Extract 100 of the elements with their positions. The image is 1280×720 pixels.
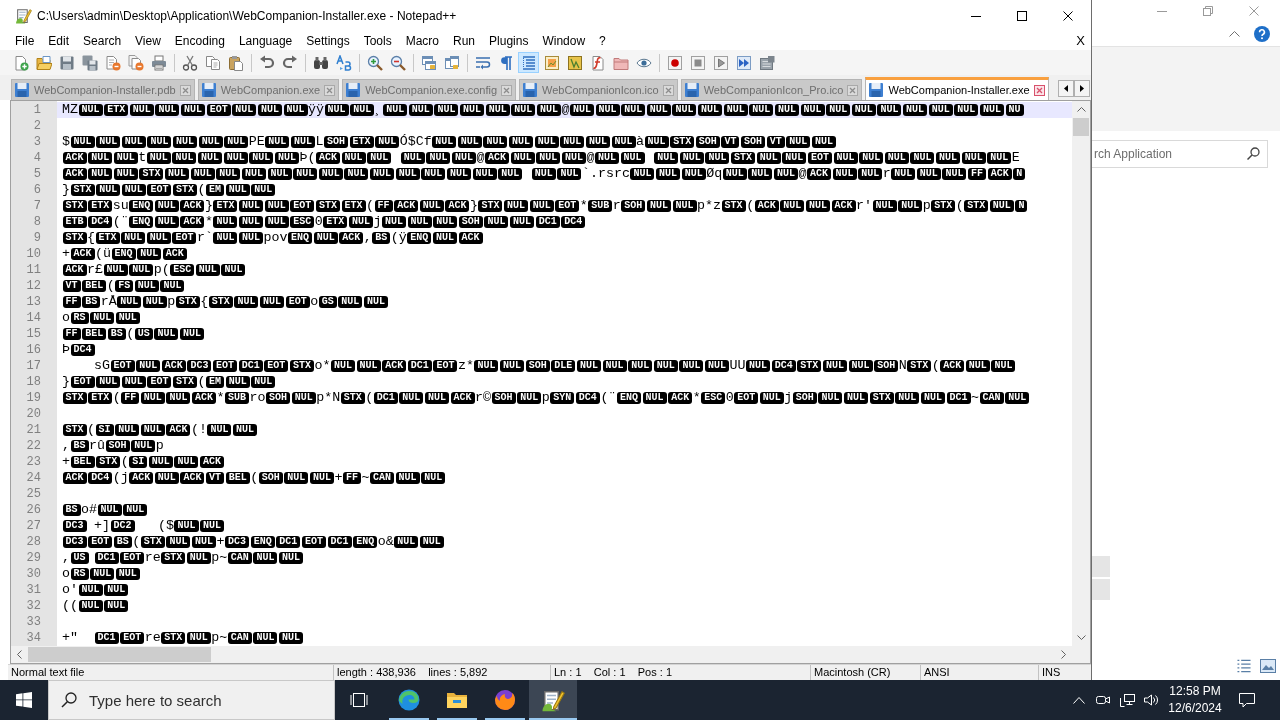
- line-number: 1: [33, 102, 41, 118]
- volume-icon[interactable]: [1143, 692, 1159, 708]
- maximize-icon: [1017, 10, 1027, 21]
- line-number: 21: [26, 422, 41, 438]
- scrollbar-thumb[interactable]: [1073, 118, 1089, 136]
- menu-item[interactable]: Edit: [41, 32, 77, 49]
- menu-item[interactable]: Plugins: [482, 32, 536, 49]
- search-icon: [61, 692, 77, 708]
- close-document-button[interactable]: X: [1076, 33, 1085, 48]
- network-icon[interactable]: [1119, 692, 1135, 708]
- zoom-in-icon: [366, 54, 383, 71]
- side-by-side-windows-icon: [443, 54, 460, 71]
- status-bar-text: Macintosh (CR): [814, 666, 891, 678]
- close-icon: [1249, 6, 1259, 16]
- details-view-icon[interactable]: [1236, 659, 1252, 673]
- text-editor[interactable]: [10, 100, 1091, 664]
- line-number: 20: [26, 406, 41, 422]
- stacked-windows-icon: [420, 54, 437, 71]
- close-icon[interactable]: [662, 84, 674, 96]
- menu-item[interactable]: View: [128, 32, 168, 49]
- task-view-icon: [350, 692, 368, 708]
- fast-forward-icon: [735, 54, 752, 71]
- selection-highlight: [1092, 556, 1110, 577]
- horizontal-scrollbar[interactable]: [11, 646, 1090, 663]
- menu-item[interactable]: Settings: [299, 32, 357, 49]
- indented-lines-icon: [520, 54, 537, 71]
- line-number: 2: [33, 118, 41, 134]
- line-number: 11: [26, 262, 41, 278]
- new-file-icon: [12, 54, 29, 71]
- notification-icon[interactable]: [1238, 692, 1256, 708]
- code-line: BS o# NUL NUL: [62, 502, 148, 518]
- code-line: DC3 +] DC2 ($ NUL NUL: [62, 518, 225, 534]
- file-tab[interactable]: WebCompanion-Installer.exe: [865, 77, 1049, 100]
- tab-scroll-left-button[interactable]: [1058, 80, 1074, 97]
- code-line: +" DC1 EOT re STX NUL p~ CAN NUL NUL: [62, 630, 304, 646]
- code-line: + ACK (ü ENQ NUL ACK: [62, 246, 188, 262]
- menu-item[interactable]: File: [8, 32, 42, 49]
- scissors-icon: [181, 54, 198, 71]
- line-number: 16: [26, 342, 41, 358]
- clock-time[interactable]: 12:58 PM: [1169, 683, 1221, 700]
- line-number: 8: [33, 214, 41, 230]
- code-line: , BS rû SOH NUL p: [62, 438, 164, 454]
- toolbar-button[interactable]: [333, 52, 354, 73]
- vertical-scrollbar[interactable]: [1072, 101, 1090, 646]
- status-bar-text: INS: [1042, 666, 1061, 678]
- line-number: 3: [33, 134, 41, 150]
- window-title: C:\Users\admin\Desktop\Application\WebCompanion-Installer.exe - Notepad++: [37, 8, 458, 23]
- clock-date[interactable]: 12/6/2024: [1168, 700, 1222, 717]
- copy-icon: [204, 54, 221, 71]
- close-icon[interactable]: [1033, 84, 1045, 96]
- large-icons-view-icon[interactable]: [1260, 659, 1276, 673]
- line-number: 26: [26, 502, 41, 518]
- code-line: } EOT NUL NUL EOT STX ( EM NUL NUL: [62, 374, 276, 390]
- search-field[interactable]: rch Application: [1092, 139, 1268, 168]
- menu-item[interactable]: Search: [76, 32, 129, 49]
- caret-right-icon: [1080, 85, 1084, 92]
- code-line: STX ETX ( FF NUL NUL ACK * SUB ro SOH NUL p*N STX ( DC1 NUL NUL ACK r© SOH NUL p SYN DC4 (¨ ENQ NUL ACK * ESC 0 EOT NUL j SOH NUL NUL STX NUL NUL DC1 ~ CAN NUL: [62, 390, 1030, 406]
- notepad-icon: [541, 688, 565, 712]
- line-number: 31: [26, 582, 41, 598]
- binoculars-icon: [312, 54, 329, 71]
- line-number: 29: [26, 550, 41, 566]
- search-field[interactable]: Type here to search: [48, 680, 335, 720]
- close-icon[interactable]: [501, 84, 513, 96]
- close-icon[interactable]: [847, 84, 859, 96]
- chevron-down-icon[interactable]: [1076, 635, 1086, 640]
- menu-item[interactable]: Encoding: [167, 32, 232, 49]
- close-icon: [1063, 10, 1073, 21]
- code-line: ACK NUL NUL t NUL NUL NUL NUL NUL NUL Þ( ACK NUL NUL NUL NUL NUL @ ACK NUL NUL NUL @ NUL NUL NUL NUL NUL STX NUL NUL EOT NUL NUL NUL NUL NUL NUL NUL E: [62, 150, 1020, 166]
- taskbar-button[interactable]: [529, 680, 577, 720]
- find-replace-icon: [335, 54, 352, 71]
- printer-icon: [150, 54, 167, 71]
- function-document-icon: [589, 54, 606, 71]
- status-bar-text: length : 438,936 lines : 5,892: [337, 666, 488, 678]
- menu-item[interactable]: Macro: [398, 32, 446, 49]
- stop-icon: [689, 54, 706, 71]
- close-icon[interactable]: [324, 84, 336, 96]
- chevron-right-icon[interactable]: [1061, 650, 1066, 659]
- clipboard-icon: [227, 54, 244, 71]
- browser-swirl-icon: [397, 688, 421, 712]
- line-number: 34: [26, 630, 41, 646]
- word-wrap-icon: [474, 54, 491, 71]
- menu-item[interactable]: Run: [446, 32, 483, 49]
- code-line: DC3 EOT BS ( STX NUL NUL + DC3 ENQ DC1 EOT DC1 ENQ o& NUL NUL: [62, 534, 445, 550]
- play-icon: [712, 54, 729, 71]
- tab-scroll-right-button[interactable]: [1074, 80, 1090, 97]
- menu-item[interactable]: Window: [535, 32, 593, 49]
- documents-minus-icon: [127, 54, 144, 71]
- code-line: STX { ETX NUL NUL EOT r` NUL NUL pov ENQ NUL ACK , BS (ÿ ENQ NUL ACK: [62, 230, 484, 246]
- line-number: 23: [26, 454, 41, 470]
- menu-item[interactable]: Language: [231, 32, 300, 49]
- scrollbar-thumb[interactable]: [28, 647, 211, 662]
- line-number: 17: [26, 358, 41, 374]
- caret-left-icon: [1064, 85, 1068, 92]
- chevron-up-icon[interactable]: [1076, 107, 1086, 112]
- floppy-disks-icon: [81, 54, 98, 71]
- help-icon[interactable]: [1254, 26, 1270, 42]
- menu-item[interactable]: Tools: [356, 32, 399, 49]
- chevron-left-icon[interactable]: [17, 650, 22, 659]
- menu-item[interactable]: ?: [592, 32, 613, 49]
- close-icon[interactable]: [179, 84, 191, 96]
